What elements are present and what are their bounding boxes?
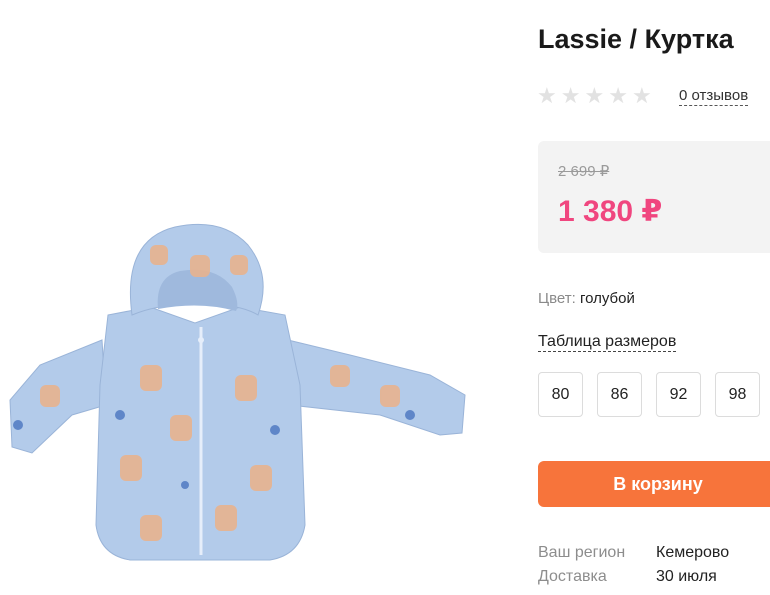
old-price: 2 699 ₽ — [558, 163, 610, 180]
current-price: 1 380 ₽ — [558, 195, 663, 228]
color-value: голубой — [579, 290, 635, 307]
size-table-link[interactable]: Таблица размеров — [538, 332, 677, 352]
region-label: Ваш регион — [538, 544, 626, 561]
product-title: Lassie / Куртка — [538, 24, 734, 54]
star-icon[interactable]: ★ — [632, 85, 652, 107]
size-option-98[interactable]: 98 — [715, 372, 760, 417]
product-image — [0, 215, 470, 575]
reviews-link[interactable]: 0 отзывов — [679, 87, 749, 106]
size-options: 80 86 92 98 — [538, 372, 760, 417]
region-row: Ваш регион Кемерово — [538, 544, 729, 562]
price-box: 2 699 ₽ 1 380 ₽ — [538, 141, 770, 253]
jacket-right-sleeve — [287, 339, 466, 436]
delivery-label: Доставка — [538, 568, 607, 585]
add-to-cart-button[interactable]: В корзину — [538, 461, 770, 507]
delivery-value: 30 июля — [656, 568, 717, 585]
color-info: Цвет: голубой — [538, 290, 635, 307]
star-icon[interactable]: ★ — [561, 85, 581, 107]
size-option-86[interactable]: 86 — [597, 372, 642, 417]
delivery-row: Доставка 30 июля — [538, 568, 717, 586]
size-option-80[interactable]: 80 — [538, 372, 583, 417]
rating-stars[interactable]: ★ ★ ★ ★ ★ — [537, 85, 652, 107]
star-icon[interactable]: ★ — [537, 85, 557, 107]
size-option-92[interactable]: 92 — [656, 372, 701, 417]
color-label: Цвет: — [538, 290, 576, 307]
star-icon[interactable]: ★ — [584, 85, 604, 107]
region-value[interactable]: Кемерово — [656, 544, 729, 561]
star-icon[interactable]: ★ — [608, 85, 628, 107]
